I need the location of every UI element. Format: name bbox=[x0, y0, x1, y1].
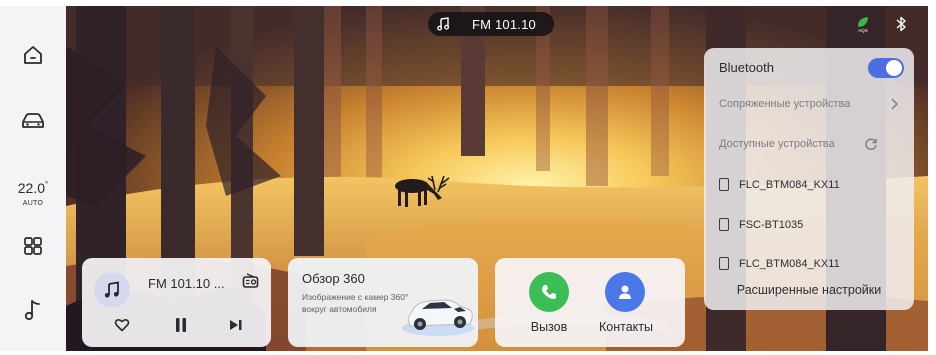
device-row[interactable]: FLC_BTM084_KX11 bbox=[719, 178, 904, 191]
apps-grid-icon bbox=[24, 237, 42, 255]
music-button[interactable] bbox=[0, 298, 66, 322]
radio-status-pill[interactable]: FM 101.10 bbox=[428, 12, 554, 36]
device-row[interactable]: FSC-BT1035 bbox=[719, 218, 904, 231]
view-360-card[interactable]: Обзор 360 Изображение с камер 360° вокру… bbox=[288, 258, 478, 347]
temperature-unit: ° bbox=[45, 180, 49, 189]
person-icon bbox=[619, 285, 631, 299]
bluetooth-toggle[interactable] bbox=[868, 58, 904, 78]
media-title: FM 101.10 ... bbox=[148, 276, 225, 291]
aqs-badge-text: AQS bbox=[858, 28, 868, 33]
vehicle-button[interactable] bbox=[0, 111, 66, 131]
climate-mode: AUTO bbox=[22, 200, 44, 207]
refresh-icon[interactable] bbox=[864, 137, 878, 151]
car-360-illustration bbox=[402, 299, 474, 336]
contacts-label: Контакты bbox=[599, 320, 653, 334]
contacts-button[interactable] bbox=[605, 272, 645, 312]
bluetooth-icon[interactable] bbox=[895, 15, 907, 33]
paired-devices-row[interactable]: Сопряженные устройства bbox=[719, 98, 904, 110]
left-sidebar: 22.0° AUTO bbox=[0, 6, 66, 351]
device-name: FLC_BTM084_KX11 bbox=[739, 257, 840, 270]
next-track-icon[interactable] bbox=[228, 318, 244, 332]
pause-icon[interactable] bbox=[174, 316, 188, 334]
paired-devices-label: Сопряженные устройства bbox=[719, 98, 851, 110]
available-devices-row: Доступные устройства bbox=[719, 138, 904, 150]
call-label: Вызов bbox=[530, 320, 568, 334]
radio-station-label: FM 101.10 bbox=[472, 16, 536, 32]
device-row[interactable]: FLC_BTM084_KX11 bbox=[719, 257, 904, 270]
device-name: FLC_BTM084_KX11 bbox=[739, 178, 840, 191]
view-360-title: Обзор 360 bbox=[302, 271, 365, 286]
phone-device-icon bbox=[719, 178, 729, 191]
apps-button[interactable] bbox=[0, 236, 66, 256]
temperature-value: 22.0 bbox=[17, 180, 46, 196]
music-note-icon bbox=[94, 272, 130, 308]
call-card: Вызов Контакты bbox=[495, 258, 685, 347]
available-devices-label: Доступные устройства bbox=[719, 138, 835, 150]
infotainment-screen: 22.0° AUTO FM 101.10 AQS Bluetooth Сопря… bbox=[0, 0, 936, 355]
chevron-right-icon bbox=[890, 98, 898, 110]
call-button[interactable] bbox=[529, 272, 569, 312]
media-card[interactable]: FM 101.10 ... bbox=[82, 258, 271, 347]
home-button[interactable] bbox=[0, 44, 66, 66]
device-name: FSC-BT1035 bbox=[739, 218, 804, 231]
music-note-icon bbox=[428, 17, 458, 31]
phone-device-icon bbox=[719, 218, 729, 231]
radio-icon[interactable] bbox=[242, 273, 260, 289]
car-icon bbox=[22, 113, 44, 128]
music-note-icon bbox=[24, 300, 40, 321]
aqs-leaf-icon: AQS bbox=[858, 17, 868, 33]
home-icon bbox=[24, 46, 42, 64]
bluetooth-panel: Bluetooth Сопряженные устройства Доступн… bbox=[704, 48, 914, 310]
phone-device-icon bbox=[719, 257, 729, 270]
toggle-knob bbox=[886, 60, 902, 76]
phone-icon bbox=[542, 285, 556, 299]
advanced-settings-link[interactable]: Расширенные настройки bbox=[704, 283, 914, 297]
heart-icon[interactable] bbox=[114, 318, 130, 332]
bluetooth-title: Bluetooth bbox=[719, 60, 774, 75]
climate-temperature[interactable]: 22.0° AUTO bbox=[0, 180, 66, 207]
view-360-description: Изображение с камер 360° bbox=[302, 292, 409, 302]
view-360-description: вокруг автомобиля bbox=[302, 304, 377, 314]
